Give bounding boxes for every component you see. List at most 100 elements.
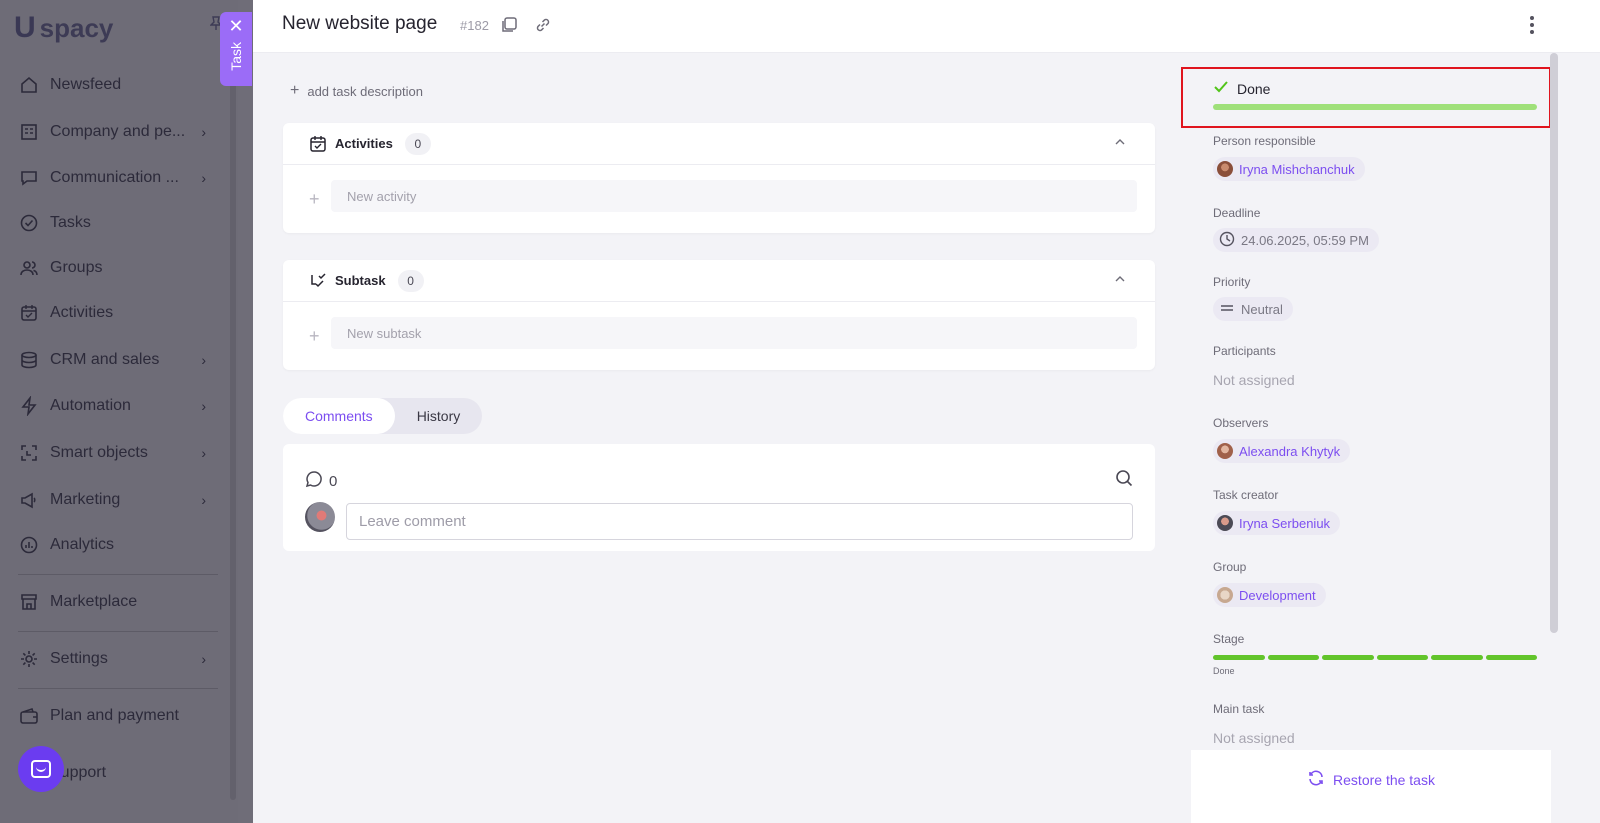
wallet-icon [18, 705, 40, 727]
comment-bubble-icon [305, 470, 323, 492]
person-responsible-chip[interactable]: Iryna Mishchanchuk [1213, 157, 1365, 181]
stage-progress[interactable] [1213, 655, 1537, 660]
sidebar-item-groups[interactable]: Groups [18, 250, 218, 286]
task-side-tab[interactable]: ✕ Task [220, 12, 252, 86]
calendar-check-icon [309, 135, 327, 153]
plus-icon[interactable]: + [309, 326, 320, 347]
subtask-header[interactable]: Subtask 0 [283, 260, 1155, 302]
sidebar-scrollbar[interactable] [230, 60, 236, 800]
sidebar-item-marketplace[interactable]: Marketplace [18, 584, 218, 620]
sidebar-item-marketing[interactable]: Marketing › [18, 482, 218, 518]
subtask-body: + New subtask [283, 302, 1155, 370]
chart-icon [18, 534, 40, 556]
add-description-label: add task description [307, 83, 423, 99]
sidebar-item-crm[interactable]: CRM and sales › [18, 342, 218, 378]
users-icon [18, 257, 40, 279]
sidebar-item-label: Automation [50, 397, 131, 414]
sidebar-item-label: Marketplace [50, 593, 138, 610]
tab-comments[interactable]: Comments [283, 398, 395, 434]
plus-icon[interactable]: + [309, 189, 320, 210]
task-title[interactable]: New website page [282, 13, 437, 35]
panel-header: New website page #182 [253, 0, 1600, 53]
chevron-right-icon: › [201, 398, 206, 414]
stage-segment[interactable] [1485, 655, 1537, 660]
sidebar-item-company[interactable]: Company and pe... › [18, 114, 218, 150]
copy-icon[interactable] [500, 16, 518, 34]
sidebar-item-label: Newsfeed [50, 76, 122, 93]
search-icon[interactable] [1115, 469, 1133, 487]
sidebar-item-label: Communication ... [50, 169, 179, 186]
sidebar-item-label: Activities [50, 304, 114, 321]
sidebar-item-communication[interactable]: Communication ... › [18, 160, 218, 196]
status-selector[interactable]: Done [1213, 80, 1270, 97]
main-task-label: Main task [1213, 702, 1265, 716]
app-logo: U spacy [14, 10, 113, 46]
lightning-icon [18, 395, 40, 417]
sidebar-divider [18, 574, 218, 575]
comment-input[interactable]: Leave comment [346, 503, 1133, 540]
comment-count-value: 0 [329, 472, 338, 490]
sidebar-item-smart-objects[interactable]: Smart objects › [18, 435, 218, 471]
priority-value: Neutral [1241, 301, 1283, 317]
link-icon[interactable] [534, 16, 552, 34]
participants-value[interactable]: Not assigned [1213, 372, 1295, 388]
stage-label: Stage [1213, 632, 1245, 646]
subtask-icon [309, 272, 327, 290]
chevron-up-icon[interactable] [1113, 135, 1127, 149]
deadline-value: 24.06.2025, 05:59 PM [1241, 232, 1369, 248]
sidebar-item-label: Tasks [50, 214, 91, 231]
avatar [1217, 161, 1233, 177]
check-circle-icon [18, 212, 40, 234]
check-icon [1213, 80, 1229, 97]
stage-segment[interactable] [1431, 655, 1483, 660]
sidebar-item-newsfeed[interactable]: Newsfeed [18, 67, 218, 103]
stage-segment[interactable] [1213, 655, 1265, 660]
observer-chip[interactable]: Alexandra Khytyk [1213, 439, 1351, 463]
group-avatar [1217, 587, 1233, 603]
avatar [1217, 515, 1233, 531]
stage-segment[interactable] [1322, 655, 1374, 660]
tab-history[interactable]: History [395, 398, 483, 434]
chevron-up-icon[interactable] [1113, 272, 1127, 286]
stage-segment[interactable] [1267, 655, 1319, 660]
person-responsible-label: Person responsible [1213, 134, 1316, 148]
priority-chip[interactable]: Neutral [1213, 297, 1293, 321]
sidebar-item-label: Plan and payment [50, 707, 179, 724]
task-creator-label: Task creator [1213, 488, 1279, 502]
sidebar-item-tasks[interactable]: Tasks [18, 205, 218, 241]
main-task-value[interactable]: Not assigned [1213, 730, 1295, 746]
sidebar-item-analytics[interactable]: Analytics [18, 527, 218, 563]
sidebar-item-label: Marketing [50, 491, 121, 508]
sidebar-item-activities[interactable]: Activities [18, 295, 218, 331]
avatar [305, 502, 335, 532]
activities-header[interactable]: Activities 0 [283, 123, 1155, 165]
deadline-chip[interactable]: 24.06.2025, 05:59 PM [1213, 228, 1379, 252]
sidebar-item-automation[interactable]: Automation › [18, 388, 218, 424]
database-icon [18, 349, 40, 371]
new-subtask-input[interactable]: New subtask [331, 317, 1137, 349]
more-options-icon[interactable] [1523, 14, 1541, 36]
sidebar-item-plan-payment[interactable]: Plan and payment [18, 698, 218, 734]
sidebar-item-label: Analytics [50, 536, 115, 553]
store-icon [18, 591, 40, 613]
stage-segment[interactable] [1376, 655, 1428, 660]
group-label: Group [1213, 560, 1247, 574]
chat-bubble-icon [31, 760, 51, 778]
chat-support-button[interactable] [18, 746, 64, 792]
person-responsible-name: Iryna Mishchanchuk [1239, 161, 1355, 177]
task-creator-chip[interactable]: Iryna Serbeniuk [1213, 511, 1341, 535]
group-chip[interactable]: Development [1213, 583, 1326, 607]
add-description-button[interactable]: + add task description [290, 82, 423, 100]
avatar [1217, 443, 1233, 459]
sidebar-item-settings[interactable]: Settings › [18, 641, 218, 677]
sidebar-item-label: Smart objects [50, 444, 148, 461]
chevron-right-icon: › [201, 124, 206, 140]
calendar-icon [18, 302, 40, 324]
status-progress-bar [1213, 104, 1537, 110]
stage-caption: Done [1213, 666, 1235, 676]
new-activity-input[interactable]: New activity [331, 180, 1137, 212]
restore-task-button[interactable]: Restore the task [1191, 750, 1551, 823]
panel-scrollbar[interactable] [1550, 53, 1558, 633]
deadline-label: Deadline [1213, 206, 1261, 220]
close-icon[interactable]: ✕ [228, 16, 243, 36]
